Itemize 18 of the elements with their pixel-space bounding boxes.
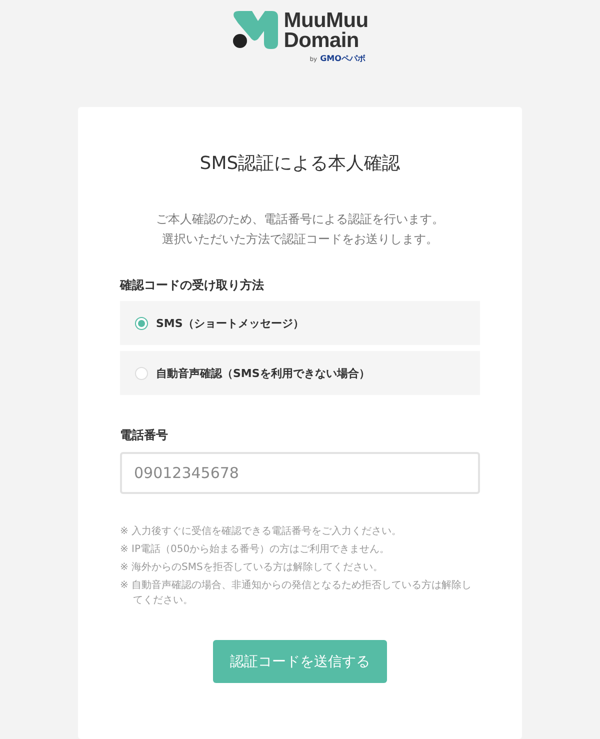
note-text: ※ 入力後すぐに受信を確認できる電話番号をご入力ください。 [120, 524, 403, 539]
intro-text: ご本人確認のため、電話番号による認証を行います。 [156, 211, 444, 227]
byline-brand: GMOペパボ [320, 53, 366, 64]
method-option[interactable]: SMS（ショートメッセージ） [120, 301, 480, 345]
phone-label: 電話番号 [120, 427, 169, 444]
note-text: ※ 自動音声確認の場合、非通知からの発信となるため拒否している方は解除してください。 [120, 578, 473, 608]
page-title: SMS認証による本人確認 [198, 152, 402, 175]
logo-wordmark-line: MuuMuu [284, 11, 368, 31]
note-text: ※ 海外からのSMSを拒否している方は解除してください。 [120, 560, 384, 575]
method-label: 確認コードの受け取り方法 [120, 277, 265, 294]
radio-button[interactable] [135, 316, 148, 330]
logo-wordmark-line: Domain [284, 31, 360, 51]
radio-button[interactable] [135, 366, 148, 380]
logo-icon [232, 11, 278, 49]
note-text: ※ IP電話（050から始まる番号）の方はご利用できません。 [120, 542, 391, 557]
method-option[interactable]: 自動音声確認（SMSを利用できない場合） [120, 351, 480, 395]
phone-input[interactable]: 09012345678 [120, 452, 480, 494]
intro-text: 選択いただいた方法で認証コードをお送りします。 [162, 231, 438, 247]
